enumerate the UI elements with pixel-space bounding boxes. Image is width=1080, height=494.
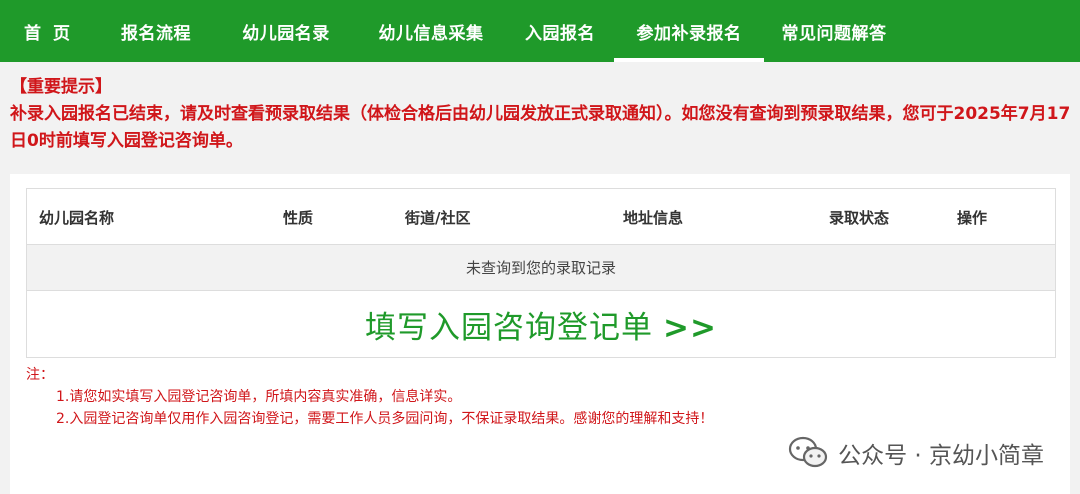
notice-body: 补录入园报名已结束，请及时查看预录取结果（体检合格后由幼儿园发放正式录取通知）。…: [10, 104, 1071, 151]
watermark-text: 公众号 · 京幼小简章: [838, 443, 1044, 469]
empty-result-row: 未查询到您的录取记录: [27, 245, 1055, 291]
notice-title: 【重要提示】: [10, 77, 112, 97]
nav-item-enrollment[interactable]: 入园报名: [506, 0, 614, 62]
nav-item-supplementary-enrollment[interactable]: 参加补录报名: [614, 0, 764, 62]
wechat-icon: [788, 436, 828, 468]
register-link-label: 填写入园咨询登记单: [365, 309, 654, 346]
column-header-type: 性质: [283, 208, 314, 227]
note-item: 2.入园登记咨询单仅用作入园咨询登记，需要工作人员多园问询，不保证录取结果。感谢…: [56, 411, 714, 427]
page: 首页 报名流程 幼儿园名录 幼儿信息采集 入园报名 参加补录报名 常见问题解答 …: [0, 0, 1080, 494]
column-header-actions: 操作: [957, 208, 988, 227]
note-item: 1.请您如实填写入园登记咨询单，所填内容真实准确，信息详实。: [56, 389, 462, 405]
top-nav: 首页 报名流程 幼儿园名录 幼儿信息采集 入园报名 参加补录报名 常见问题解答: [0, 0, 1080, 62]
register-link-row: 填写入园咨询登记单 >>: [27, 291, 1055, 357]
fill-registration-form-link[interactable]: 填写入园咨询登记单 >>: [365, 302, 717, 347]
nav-item-child-info-collection[interactable]: 幼儿信息采集: [356, 0, 506, 62]
table-header: 幼儿园名称 性质 街道/社区 地址信息 录取状态 操作: [27, 189, 1055, 245]
admission-table: 幼儿园名称 性质 街道/社区 地址信息 录取状态 操作 未查询到您的录取记录 填…: [26, 188, 1056, 358]
nav-item-faq[interactable]: 常见问题解答: [764, 0, 904, 62]
important-notice: 【重要提示】 补录入园报名已结束，请及时查看预录取结果（体检合格后由幼儿园发放正…: [10, 74, 1072, 155]
column-header-kindergarten-name: 幼儿园名称: [39, 208, 115, 227]
column-header-address: 地址信息: [623, 208, 684, 227]
notes: 注： 1.请您如实填写入园登记咨询单，所填内容真实准确，信息详实。 2.入园登记…: [26, 364, 1046, 430]
column-header-street-community: 街道/社区: [405, 208, 471, 227]
nav-item-registration-process[interactable]: 报名流程: [96, 0, 216, 62]
double-arrow-icon: >>: [663, 309, 717, 346]
column-header-admission-status: 录取状态: [829, 208, 890, 227]
nav-item-home[interactable]: 首页: [0, 0, 96, 62]
notes-heading: 注：: [26, 367, 54, 383]
empty-result-text: 未查询到您的录取记录: [465, 259, 616, 277]
nav-item-kindergarten-directory[interactable]: 幼儿园名录: [216, 0, 356, 62]
watermark: 公众号 · 京幼小简章: [788, 436, 1044, 470]
